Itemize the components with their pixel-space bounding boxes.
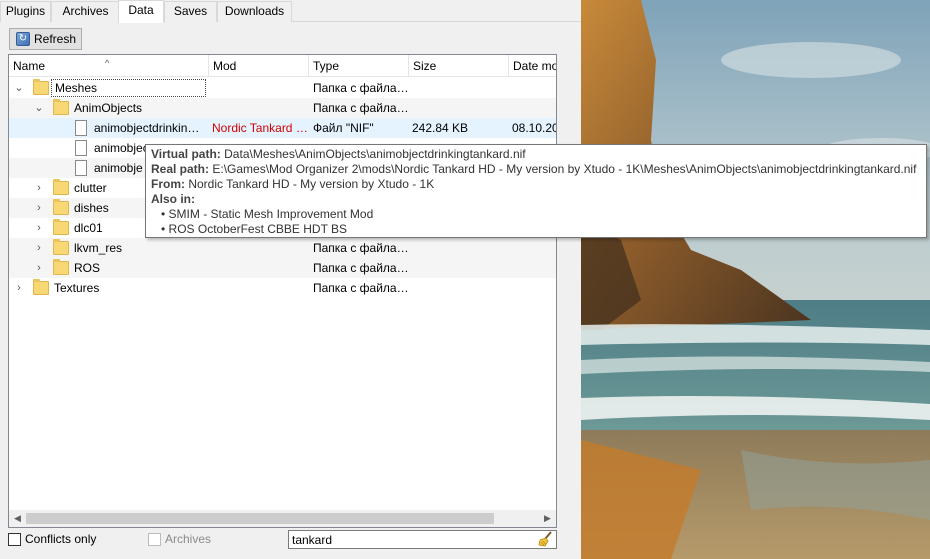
file-icon xyxy=(75,140,87,156)
row-size: 242.84 KB xyxy=(412,121,469,135)
column-type[interactable]: Type xyxy=(309,55,409,77)
also-in-item-text: SMIM - Static Mesh Improvement Mod xyxy=(168,207,374,221)
also-in-item-text: ROS OctoberFest CBBE HDT BS xyxy=(168,222,348,236)
folder-icon xyxy=(53,219,69,235)
data-tree[interactable]: Name ^ Mod Type Size Date mo ⌄ Meshes Па… xyxy=(8,54,557,528)
row-mod: Nordic Tankard … xyxy=(212,121,308,135)
row-name: Textures xyxy=(54,281,100,295)
real-path-value: E:\Games\Mod Organizer 2\mods\Nordic Tan… xyxy=(212,162,917,176)
tab-plugins[interactable]: Plugins xyxy=(0,1,51,22)
column-date[interactable]: Date mo xyxy=(509,55,556,77)
tab-data[interactable]: Data xyxy=(118,0,164,23)
desktop-wallpaper xyxy=(581,0,930,559)
row-name: AnimObjects xyxy=(74,101,143,115)
tree-row[interactable]: › Textures Папка с файла… xyxy=(9,278,556,298)
folder-icon xyxy=(53,199,69,215)
row-name: animobject xyxy=(94,141,153,155)
filter-bar: Conflicts only Archives xyxy=(0,528,581,552)
tooltip-also-in: Also in: xyxy=(151,192,921,207)
from-value: Nordic Tankard HD - My version by Xtudo … xyxy=(188,177,435,191)
virtual-path-value: Data\Meshes\AnimObjects\animobjectdrinki… xyxy=(224,147,526,161)
tree-row[interactable]: › lkvm_res Папка с файла… xyxy=(9,238,556,258)
file-icon xyxy=(75,160,87,176)
row-name: animobje xyxy=(94,161,143,175)
file-info-tooltip: Virtual path: Data\Meshes\AnimObjects\an… xyxy=(145,144,927,238)
tree-row[interactable]: › ROS Папка с файла… xyxy=(9,258,556,278)
tree-row[interactable]: ⌄ Meshes Папка с файла… xyxy=(9,78,556,98)
row-date: 08.10.20 xyxy=(512,121,556,135)
expand-icon[interactable]: › xyxy=(33,178,45,198)
tooltip-from: From: Nordic Tankard HD - My version by … xyxy=(151,177,921,192)
archives-checkbox[interactable] xyxy=(148,533,161,546)
row-type: Файл "NIF" xyxy=(313,121,374,135)
folder-icon xyxy=(53,179,69,195)
scrollbar-thumb[interactable] xyxy=(26,513,494,524)
refresh-label: Refresh xyxy=(34,32,77,46)
expand-icon[interactable]: › xyxy=(13,278,25,298)
filter-input[interactable] xyxy=(288,530,557,549)
tab-saves[interactable]: Saves xyxy=(164,1,217,22)
refresh-icon: ↻ xyxy=(16,32,30,46)
column-name-label: Name xyxy=(13,59,46,73)
real-path-label: Real path: xyxy=(151,162,210,176)
horizontal-scrollbar[interactable]: ◀ ▶ xyxy=(9,510,556,527)
collapse-icon[interactable]: ⌄ xyxy=(13,78,25,98)
expand-icon[interactable]: › xyxy=(33,218,45,238)
row-name: clutter xyxy=(74,181,107,195)
row-type: Папка с файла… xyxy=(313,101,409,115)
expand-icon[interactable]: › xyxy=(33,198,45,218)
row-name: dishes xyxy=(74,201,109,215)
file-icon xyxy=(75,120,87,136)
archives-label: Archives xyxy=(165,532,212,546)
row-name: ROS xyxy=(74,261,101,275)
row-name: dlc01 xyxy=(74,221,103,235)
folder-icon xyxy=(53,239,69,255)
tooltip-virtual-path: Virtual path: Data\Meshes\AnimObjects\an… xyxy=(151,147,921,162)
row-name: lkvm_res xyxy=(74,241,123,255)
virtual-path-label: Virtual path: xyxy=(151,147,221,161)
scroll-left-icon[interactable]: ◀ xyxy=(9,510,26,527)
also-in-item: • ROS OctoberFest CBBE HDT BS xyxy=(161,222,348,236)
tab-downloads[interactable]: Downloads xyxy=(217,1,292,22)
scroll-right-icon[interactable]: ▶ xyxy=(539,510,556,527)
tab-bar: Plugins Archives Data Saves Downloads xyxy=(0,0,581,23)
folder-icon xyxy=(53,259,69,275)
conflicts-only-label: Conflicts only xyxy=(25,532,97,546)
tree-row[interactable]: animobjectdrinkin… Nordic Tankard … Файл… xyxy=(9,118,556,138)
row-type: Папка с файла… xyxy=(313,281,409,295)
row-type: Папка с файла… xyxy=(313,241,409,255)
tab-archives[interactable]: Archives xyxy=(51,1,120,22)
column-name[interactable]: Name ^ xyxy=(9,55,209,77)
folder-icon xyxy=(33,79,49,95)
beach-landscape-image xyxy=(581,0,930,559)
expand-icon[interactable]: › xyxy=(33,238,45,258)
conflicts-only-checkbox[interactable] xyxy=(8,533,21,546)
column-size[interactable]: Size xyxy=(409,55,509,77)
refresh-button[interactable]: ↻ Refresh xyxy=(9,28,82,50)
row-name-text: Meshes xyxy=(51,79,206,97)
folder-icon xyxy=(33,279,49,295)
also-in-item: • SMIM - Static Mesh Improvement Mod xyxy=(161,207,374,221)
row-type: Папка с файла… xyxy=(313,261,409,275)
from-label: From: xyxy=(151,177,185,191)
clear-filter-broom-icon[interactable] xyxy=(537,530,555,548)
row-type: Папка с файла… xyxy=(313,81,409,95)
tree-header: Name ^ Mod Type Size Date mo xyxy=(9,55,556,77)
row-name: animobjectdrinkin… xyxy=(94,121,200,135)
data-panel: Plugins Archives Data Saves Downloads ↻ … xyxy=(0,0,581,559)
expand-icon[interactable]: › xyxy=(33,258,45,278)
row-name: Meshes xyxy=(51,78,206,98)
also-in-label: Also in: xyxy=(151,192,195,206)
column-mod[interactable]: Mod xyxy=(209,55,309,77)
collapse-icon[interactable]: ⌄ xyxy=(33,98,45,118)
sort-ascending-icon: ^ xyxy=(105,58,110,68)
folder-icon xyxy=(53,99,69,115)
tooltip-real-path: Real path: E:\Games\Mod Organizer 2\mods… xyxy=(151,162,921,177)
tree-row[interactable]: ⌄ AnimObjects Папка с файла… xyxy=(9,98,556,118)
